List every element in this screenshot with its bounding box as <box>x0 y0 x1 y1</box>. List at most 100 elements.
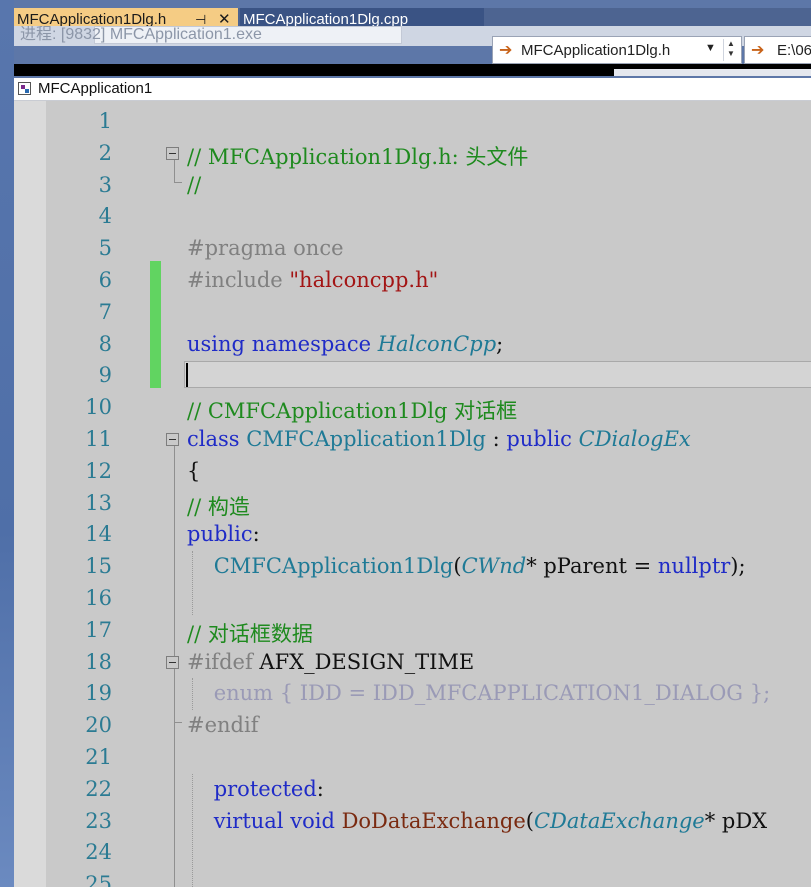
line-number: 25 <box>85 872 112 887</box>
code-line[interactable]: 9 <box>14 360 811 392</box>
code-line[interactable]: 8 using namespace HalconCpp; <box>14 329 811 361</box>
code-token: class <box>187 427 240 451</box>
code-line[interactable]: 2 // MFCApplication1Dlg.h: 头文件 <box>14 138 811 170</box>
code-line[interactable]: 21 <box>14 742 811 774</box>
collapse-icon[interactable] <box>166 655 179 669</box>
text-caret <box>186 363 188 388</box>
code-token: using <box>187 331 245 356</box>
file-navigation-value: MFCApplication1Dlg.h <box>521 42 671 59</box>
fold-line <box>174 159 175 182</box>
process-label: 进程: [9832] MFCApplication1.exe <box>20 26 262 43</box>
code-token: protected <box>213 776 317 801</box>
code-line[interactable]: 6 #include "halconcpp.h" <box>14 265 811 297</box>
file-navigation-dropdown[interactable]: ➔ MFCApplication1Dlg.h ▼ ▲ ▼ <box>492 36 742 64</box>
code-line[interactable]: 22 protected: <box>14 774 811 806</box>
line-number: 18 <box>85 649 112 674</box>
code-token: CWnd <box>461 554 527 579</box>
line-number: 7 <box>98 299 112 324</box>
desktop-background <box>0 0 14 887</box>
code-text: CMFCApplication1Dlg(CWnd* pParent = null… <box>187 554 746 578</box>
code-text: // <box>187 173 201 197</box>
code-token: // MFCApplication1Dlg.h: 头文件 <box>187 144 529 169</box>
code-text: public: <box>187 522 260 546</box>
code-token: DoDataExchange <box>341 808 526 833</box>
code-line[interactable]: 17 // 对话框数据 <box>14 615 811 647</box>
line-number: 20 <box>85 713 112 738</box>
line-number: 22 <box>85 776 112 801</box>
code-line[interactable]: 20 #endif <box>14 710 811 742</box>
code-text: class CMFCApplication1Dlg : public CDial… <box>187 427 691 451</box>
code-text: // MFCApplication1Dlg.h: 头文件 <box>187 141 528 171</box>
fold-end <box>174 722 182 724</box>
fold-end <box>174 181 182 183</box>
code-token: nullptr <box>657 554 731 579</box>
line-number: 14 <box>85 522 112 547</box>
code-line[interactable]: 3 // <box>14 170 811 202</box>
line-number: 10 <box>85 395 112 420</box>
code-line[interactable]: 14 public: <box>14 519 811 551</box>
code-token: ( <box>525 808 534 833</box>
line-number: 13 <box>85 490 112 515</box>
code-token: CMFCApplication1Dlg <box>246 427 486 451</box>
line-number: 9 <box>98 363 112 388</box>
line-number: 4 <box>98 204 112 229</box>
code-token: #pragma once <box>187 236 344 261</box>
code-token: enum { IDD = IDD_MFCAPPLICATION1_DIALOG … <box>213 681 771 706</box>
code-line[interactable]: 5 #pragma once <box>14 233 811 265</box>
line-number: 11 <box>85 427 112 451</box>
code-token: namespace <box>251 331 372 356</box>
line-number: 15 <box>85 554 112 579</box>
arrow-right-icon: ➔ <box>751 42 765 59</box>
split-scroll-control[interactable]: ▲ ▼ <box>723 39 738 61</box>
code-line[interactable]: 4 <box>14 201 811 233</box>
code-line[interactable]: 25 <box>14 869 811 887</box>
line-number: 23 <box>85 808 112 833</box>
collapse-icon[interactable] <box>166 146 179 160</box>
code-line[interactable]: 10 // CMFCApplication1Dlg 对话框 <box>14 392 811 424</box>
code-line[interactable]: 19 enum { IDD = IDD_MFCAPPLICATION1_DIAL… <box>14 678 811 710</box>
change-marker <box>150 261 161 389</box>
code-line[interactable]: 16 <box>14 583 811 615</box>
code-editor[interactable]: 1 2// MFCApplication1Dlg.h: 头文件 3//4 5 #prag… <box>14 101 811 887</box>
chevron-down-icon[interactable]: ▼ <box>705 42 716 54</box>
code-text: using namespace HalconCpp; <box>187 332 503 356</box>
line-number: 6 <box>98 268 112 292</box>
code-token: CDataExchange <box>533 808 705 833</box>
code-text: // 对话框数据 <box>187 618 313 648</box>
code-line[interactable]: 12 { <box>14 456 811 488</box>
code-text: #pragma once <box>187 236 344 260</box>
code-token: // <box>187 172 202 197</box>
code-text: #endif <box>187 713 258 737</box>
code-line[interactable]: 15 CMFCApplication1Dlg(CWnd* pParent = n… <box>14 551 811 583</box>
code-line[interactable]: 7 <box>14 297 811 329</box>
code-token: public <box>187 522 253 547</box>
window-divider <box>14 64 614 76</box>
line-number: 19 <box>85 681 112 706</box>
collapse-icon[interactable] <box>166 433 179 446</box>
code-line[interactable]: 1 <box>14 106 811 138</box>
code-text: enum { IDD = IDD_MFCAPPLICATION1_DIALOG … <box>187 681 770 705</box>
code-line[interactable]: 24 <box>14 837 811 869</box>
code-token: CMFCApplication1Dlg <box>213 554 454 579</box>
line-number: 3 <box>98 172 112 197</box>
code-line[interactable]: 23 virtual void DoDataExchange(CDataExch… <box>14 806 811 838</box>
code-line[interactable]: 11 class CMFCApplication1Dlg : public CDi… <box>14 424 811 456</box>
code-line[interactable]: 13 // 构造 <box>14 488 811 520</box>
code-token: #endif <box>187 713 259 738</box>
indent-guide <box>192 551 193 615</box>
code-token: ); <box>730 554 746 579</box>
project-navigation-bar[interactable]: MFCApplication1 <box>14 78 811 101</box>
line-number: 12 <box>85 458 112 483</box>
code-token: : <box>252 522 260 547</box>
code-line[interactable]: 18 #ifdef AFX_DESIGN_TIME <box>14 647 811 679</box>
arrow-right-icon: ➔ <box>499 42 513 59</box>
code-token: ; <box>496 331 504 356</box>
path-navigation-dropdown[interactable]: ➔ E:\06 <box>744 36 811 64</box>
code-text: virtual void DoDataExchange(CDataExchang… <box>187 809 767 833</box>
code-text: { <box>187 459 200 483</box>
